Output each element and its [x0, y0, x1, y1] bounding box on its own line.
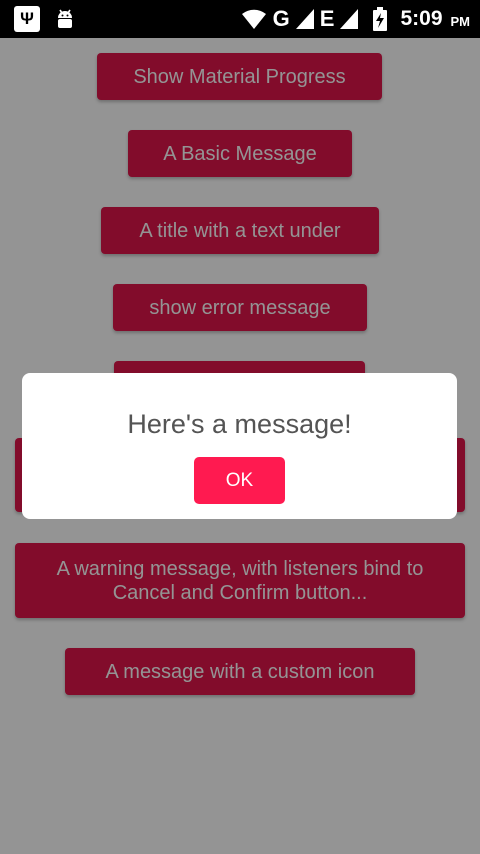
ok-button[interactable]: OK: [194, 457, 285, 504]
clock-ampm: PM: [450, 13, 471, 29]
signal-icon-1: [295, 9, 314, 29]
signal-icon-2: [340, 9, 359, 29]
dialog-title: Here's a message!: [127, 409, 352, 439]
status-bar: Ψ G E 5:09 PM: [0, 0, 480, 38]
network-type-2: E: [319, 6, 335, 31]
battery-charging-icon: [373, 7, 388, 31]
clock-time: 5:09: [400, 7, 443, 30]
usb-icon: Ψ: [14, 6, 40, 32]
android-debug-icon: [58, 9, 72, 28]
message-dialog: Here's a message! OK: [22, 373, 457, 519]
network-type-1: G: [272, 6, 290, 31]
wifi-icon: [241, 9, 266, 30]
